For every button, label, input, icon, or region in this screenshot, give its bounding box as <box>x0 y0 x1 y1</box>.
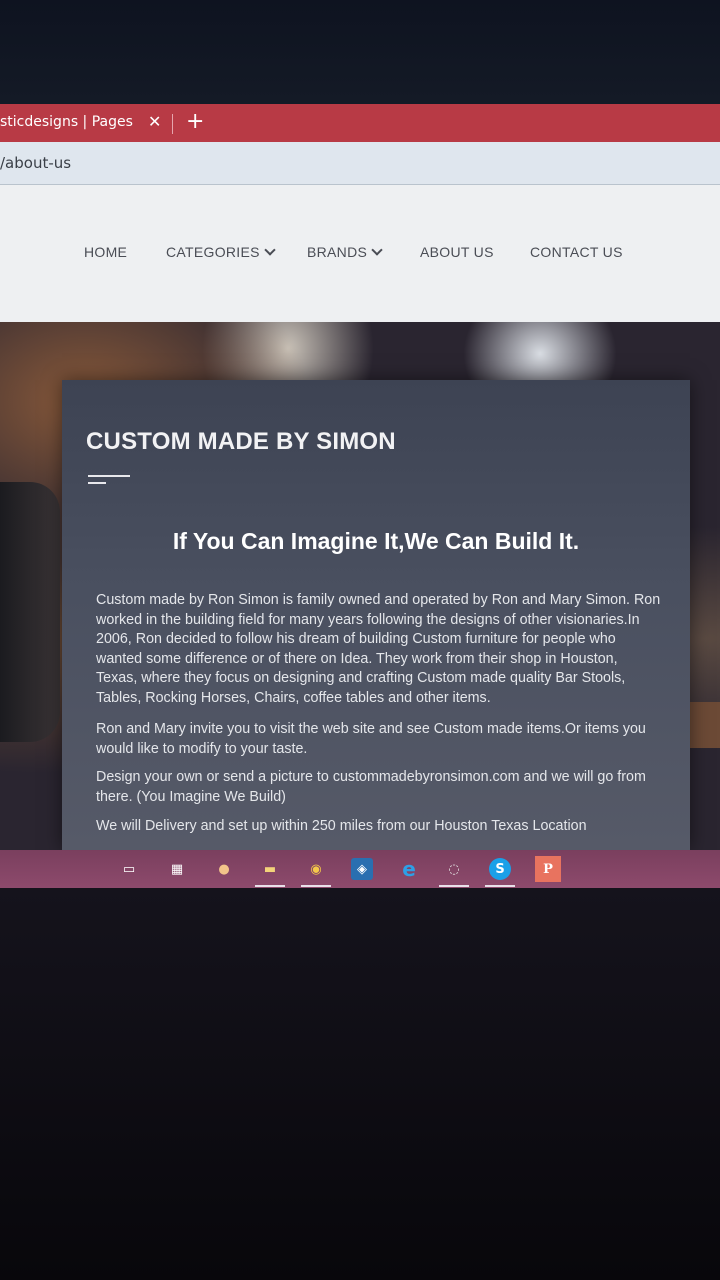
new-tab-icon[interactable]: + <box>186 109 204 134</box>
title-divider <box>88 482 106 484</box>
edge-icon[interactable]: e <box>398 857 420 881</box>
media-icon[interactable]: ◌ <box>439 858 469 887</box>
about-paragraph: We will Delivery and set up within 250 m… <box>96 818 587 834</box>
task-view-icon[interactable]: ▭ <box>118 858 140 880</box>
main-nav: HOME CATEGORIES BRANDS ABOUT US CONTACT … <box>0 244 720 264</box>
about-card: CUSTOM MADE BY SIMON If You Can Imagine … <box>62 380 690 850</box>
pages-app-icon[interactable]: P <box>535 856 561 882</box>
chevron-down-icon <box>371 244 383 256</box>
nav-about-us-label: ABOUT US <box>420 244 494 260</box>
page-title: CUSTOM MADE BY SIMON <box>86 428 396 455</box>
monitor-bezel-top <box>0 0 720 104</box>
nav-brands[interactable]: BRANDS <box>307 244 383 260</box>
windows-taskbar: ▭ ▦ ● ▬ ◉ ◈ e ◌ S P <box>0 850 720 888</box>
monitor-bezel-bottom <box>0 888 720 1280</box>
nav-categories-label: CATEGORIES <box>166 244 260 260</box>
tab-title: sticdesigns | Pages <box>0 114 133 130</box>
photos-app-icon[interactable]: ● <box>213 858 235 880</box>
tab-divider <box>172 114 173 134</box>
hero-furniture-image <box>0 482 60 742</box>
address-bar[interactable]: /about-us <box>0 142 720 185</box>
address-url[interactable]: /about-us <box>0 154 71 172</box>
nav-categories[interactable]: CATEGORIES <box>166 244 276 260</box>
nav-home-label: HOME <box>84 244 128 260</box>
nav-about-us[interactable]: ABOUT US <box>420 244 494 260</box>
chrome-icon[interactable]: ◉ <box>301 858 331 887</box>
app-icon[interactable]: ◈ <box>351 858 373 880</box>
about-paragraph: Custom made by Ron Simon is family owned… <box>96 592 661 706</box>
skype-icon[interactable]: S <box>485 858 515 887</box>
about-paragraph: Ron and Mary invite you to visit the web… <box>96 721 646 757</box>
browser-tab[interactable]: sticdesigns | Pages ✕ <box>0 104 173 142</box>
nav-home[interactable]: HOME <box>84 244 127 260</box>
file-explorer-icon[interactable]: ▬ <box>255 858 285 887</box>
browser-tab-strip: sticdesigns | Pages ✕ + <box>0 104 720 142</box>
close-tab-icon[interactable]: ✕ <box>148 112 161 131</box>
about-paragraph: Design your own or send a picture to cus… <box>96 769 646 805</box>
chevron-down-icon <box>264 244 276 256</box>
store-icon[interactable]: ▦ <box>166 858 188 880</box>
tagline-heading: If You Can Imagine It,We Can Build It. <box>172 528 580 554</box>
nav-brands-label: BRANDS <box>307 244 368 260</box>
site-header: HOME CATEGORIES BRANDS ABOUT US CONTACT … <box>0 185 720 322</box>
nav-contact-us-label: CONTACT US <box>530 244 623 260</box>
nav-contact-us[interactable]: CONTACT US <box>530 244 623 260</box>
title-divider <box>88 475 130 477</box>
